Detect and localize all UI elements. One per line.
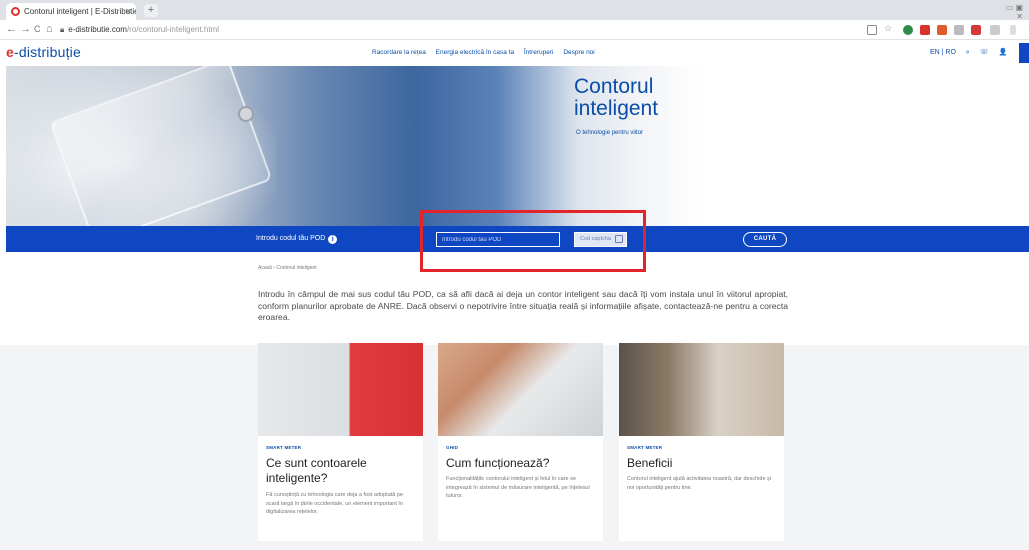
reload-icon[interactable]: C [34, 24, 41, 34]
site-header: e-distribuție Racordare la rețea Energia… [0, 40, 1029, 66]
browser-tabbar: Contorul inteligent | E-Distributie × + … [0, 0, 1029, 21]
hero-subtitle: O tehnologie pentru viitor [576, 130, 644, 136]
nav-item-energia[interactable]: Energia electrică în casa ta [436, 49, 514, 56]
star-icon[interactable]: ☆ [884, 23, 894, 33]
card-title[interactable]: Ce sunt contoarele inteligente? [266, 456, 416, 486]
card-image [619, 343, 784, 436]
card-tag: GHID [446, 445, 459, 450]
extension-icon[interactable] [954, 25, 964, 35]
search-icon[interactable] [867, 25, 877, 35]
card-contoare[interactable]: SMART METER Ce sunt contoarele inteligen… [258, 343, 423, 541]
url-field[interactable]: 🔒︎ e-distributie.com/ro/contorul-intelige… [60, 23, 850, 37]
url-path: /ro/contorul-inteligent.html [126, 25, 219, 34]
breadcrumb: Acasă › Contorul inteligent [258, 265, 317, 271]
hero-banner: Contorul inteligent O tehnologie pentru … [6, 66, 1029, 226]
card-image [438, 343, 603, 436]
card-functioneaza[interactable]: GHID Cum funcționează? Funcționalitățile… [438, 343, 603, 541]
extension-icon[interactable] [920, 25, 930, 35]
utility-nav: EN | RO ⌕ ☏ 👤 [930, 48, 1015, 57]
language-switch[interactable]: EN | RO [930, 49, 956, 56]
nav-item-intreruperi[interactable]: Întreruperi [524, 49, 554, 56]
search-icon[interactable]: ⌕ [966, 49, 970, 56]
tab-close-icon[interactable]: × [126, 3, 131, 20]
tab-title: Contorul inteligent | E-Distributie [24, 7, 136, 16]
lock-icon: 🔒︎ [60, 25, 65, 34]
highlight-box [420, 210, 646, 272]
window-controls[interactable]: ▭ ▣ ✕ [999, 3, 1023, 21]
card-description: Fă cunoștință cu tehnologia care deja a … [266, 492, 403, 515]
page-title: Contorul inteligent [574, 75, 659, 120]
back-icon[interactable]: ← [6, 23, 17, 35]
browser-tab[interactable]: Contorul inteligent | E-Distributie × [6, 3, 136, 20]
main-nav: Racordare la rețea Energia electrică în … [372, 49, 603, 56]
forward-icon[interactable]: → [20, 23, 31, 35]
card-tag: SMART METER [627, 445, 663, 450]
user-icon[interactable]: 👤 [998, 49, 1007, 56]
extension-icon[interactable] [937, 25, 947, 35]
info-icon[interactable]: i [328, 235, 338, 244]
favicon-icon [11, 7, 20, 16]
nav-item-racordare[interactable]: Racordare la rețea [372, 49, 426, 56]
card-beneficii[interactable]: SMART METER Beneficii Contorul inteligen… [619, 343, 784, 541]
intro-paragraph: Introdu în câmpul de mai sus codul tău P… [258, 289, 788, 322]
card-title[interactable]: Cum funcționează? [446, 456, 596, 471]
home-icon[interactable]: ⌂ [46, 23, 53, 35]
card-image [258, 343, 423, 436]
nav-item-despre[interactable]: Despre noi [563, 49, 594, 56]
extension-icon[interactable] [990, 25, 1000, 35]
search-button[interactable]: CAUTĂ [743, 232, 787, 247]
url-host: e-distributie.com [68, 25, 127, 34]
menu-icon[interactable] [1010, 25, 1016, 35]
menu-button[interactable] [1019, 43, 1029, 63]
hero-screw-image [238, 106, 254, 122]
extension-icon[interactable] [971, 25, 981, 35]
site-logo[interactable]: e-distribuție [6, 44, 81, 60]
pod-label: Introdu codul tău POD i [256, 235, 338, 244]
card-description: Contorul inteligent ajută activitatea no… [627, 476, 772, 491]
card-title[interactable]: Beneficii [627, 456, 777, 471]
new-tab-button[interactable]: + [144, 4, 158, 17]
browser-address-bar: ← → C ⌂ 🔒︎ e-distributie.com/ro/contorul-… [0, 20, 1029, 40]
card-tag: SMART METER [266, 445, 302, 450]
phone-icon[interactable]: ☏ [980, 49, 989, 56]
card-description: Funcționalitățile contorului inteligent … [446, 476, 590, 499]
extension-icon[interactable] [903, 25, 913, 35]
